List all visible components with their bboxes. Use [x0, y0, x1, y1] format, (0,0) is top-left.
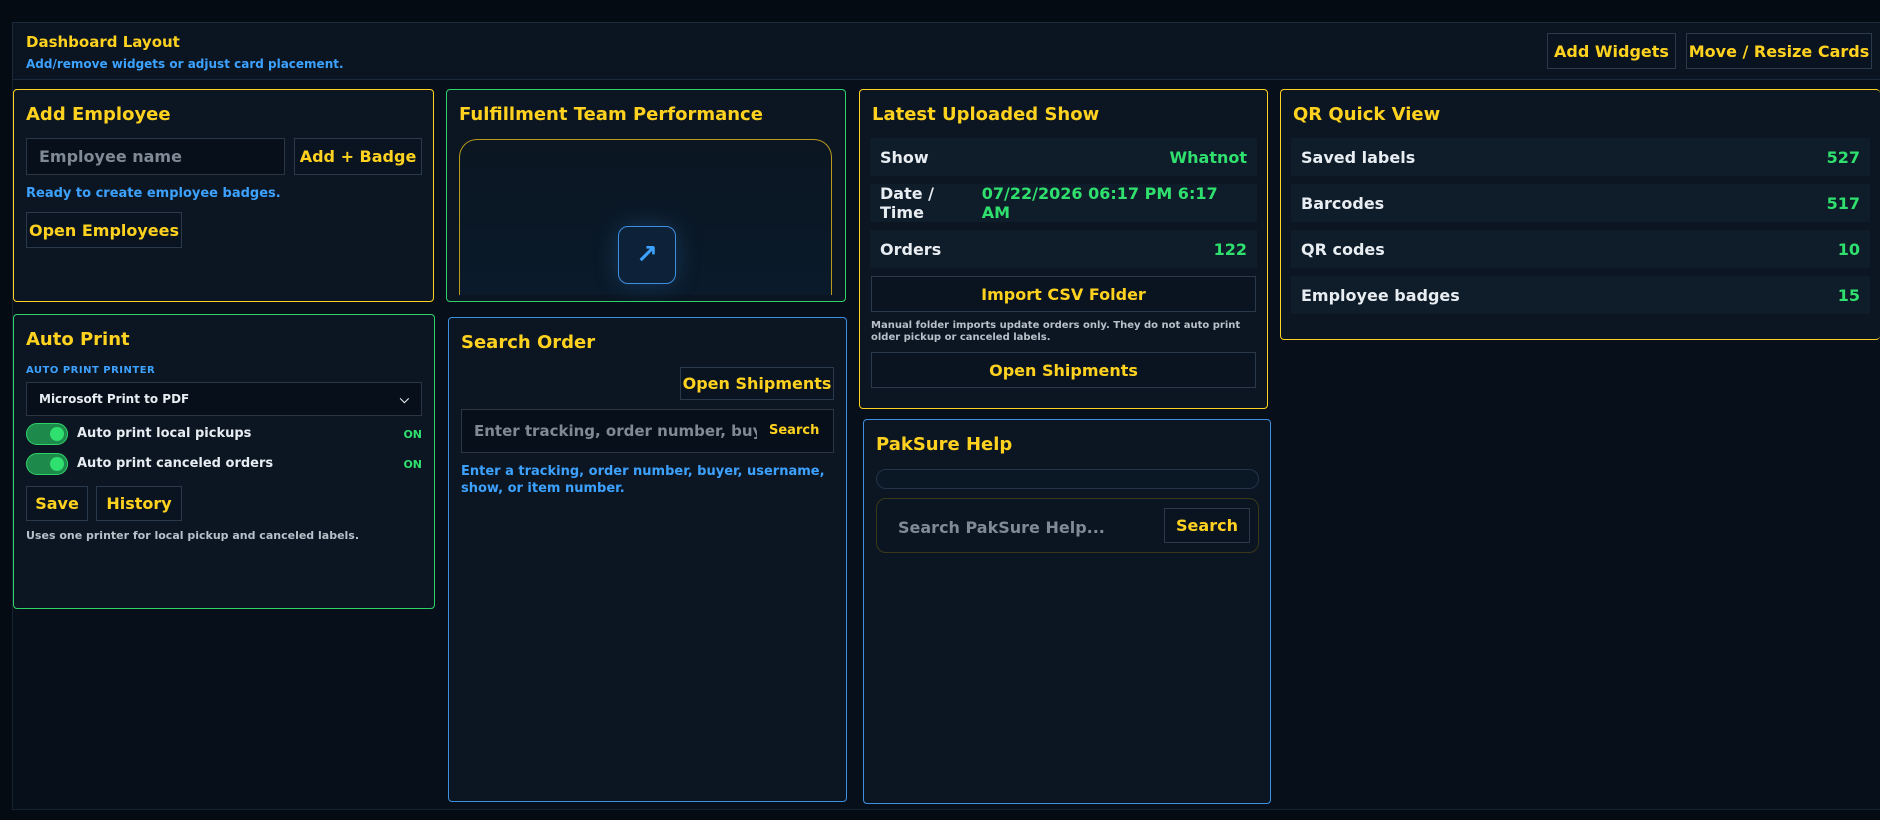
auto-print-note: Uses one printer for local pickup and ca…	[26, 529, 360, 542]
layout-subtitle: Add/remove widgets or adjust card placem…	[26, 57, 344, 71]
toggle-state: ON	[403, 428, 422, 441]
employee-status-text: Ready to create employee badges.	[26, 186, 281, 201]
row-label: Show	[880, 147, 929, 167]
paksure-help-card: PakSure Help Search PakSure Help... Sear…	[863, 419, 1271, 804]
orders-row: Orders 122	[870, 230, 1257, 268]
toggle-state: ON	[403, 458, 422, 471]
card-title: Auto Print	[26, 329, 130, 350]
printer-select[interactable]: Microsoft Print to PDF ⌵	[26, 382, 422, 416]
saved-labels-row: Saved labels 527	[1291, 138, 1870, 176]
auto-print-canceled-toggle[interactable]	[26, 453, 68, 475]
add-badge-button[interactable]: Add + Badge	[294, 138, 422, 175]
toggle-label: Auto print canceled orders	[77, 456, 274, 471]
search-placeholder: Enter tracking, order number, buyer, u	[474, 422, 757, 440]
save-button[interactable]: Save	[26, 486, 88, 521]
help-search-button[interactable]: Search	[1164, 508, 1250, 543]
row-value: 10	[1837, 239, 1860, 259]
card-title: QR Quick View	[1293, 104, 1441, 125]
row-value: 122	[1213, 239, 1247, 259]
card-title: Search Order	[461, 332, 596, 353]
barcodes-row: Barcodes 517	[1291, 184, 1870, 222]
row-value: 517	[1826, 193, 1860, 213]
help-search-input[interactable]: Search PakSure Help...	[898, 518, 1105, 537]
qr-quick-view-card: QR Quick View Saved labels 527 Barcodes …	[1280, 89, 1880, 340]
open-employees-button[interactable]: Open Employees	[26, 212, 182, 248]
printer-field-label: AUTO PRINT PRINTER	[26, 365, 156, 376]
employee-name-input[interactable]: Employee name	[26, 138, 285, 175]
toggle-label: Auto print local pickups	[77, 426, 252, 441]
show-row: Show Whatnot	[870, 138, 1257, 176]
latest-uploaded-show-card: Latest Uploaded Show Show Whatnot Date /…	[859, 89, 1268, 409]
import-note: Manual folder imports update orders only…	[871, 320, 1241, 343]
open-shipments-button[interactable]: Open Shipments	[871, 352, 1256, 388]
qr-codes-row: QR codes 10	[1291, 230, 1870, 268]
printer-select-value: Microsoft Print to PDF	[39, 392, 190, 406]
order-search-button[interactable]: Search	[769, 423, 819, 438]
arrow-up-right-icon: ↗	[636, 240, 658, 270]
move-resize-cards-button[interactable]: Move / Resize Cards	[1686, 33, 1872, 69]
help-progress-bar	[876, 469, 1259, 489]
card-title: Add Employee	[26, 104, 171, 125]
row-label: Employee badges	[1301, 285, 1460, 305]
employee-badges-row: Employee badges 15	[1291, 276, 1870, 314]
row-value: 07/22/2026 06:17 PM 6:17 AM	[981, 184, 1218, 222]
row-value: 15	[1837, 285, 1860, 305]
row-label: Orders	[880, 239, 942, 259]
row-label: Saved labels	[1301, 147, 1416, 167]
expand-chart-button[interactable]: ↗	[618, 226, 676, 284]
add-employee-card: Add Employee Employee name Add + Badge R…	[13, 89, 434, 302]
auto-print-card: Auto Print AUTO PRINT PRINTER Microsoft …	[13, 314, 435, 609]
auto-print-pickups-toggle[interactable]	[26, 423, 68, 445]
card-title: PakSure Help	[876, 434, 1013, 455]
row-value: 527	[1826, 147, 1860, 167]
layout-title: Dashboard Layout	[26, 33, 180, 51]
search-order-card: Search Order Open Shipments Enter tracki…	[448, 317, 847, 802]
fulfillment-performance-card: Fulfillment Team Performance ↗	[446, 89, 846, 302]
row-label: Date / Time	[880, 184, 934, 222]
history-button[interactable]: History	[96, 486, 182, 521]
date-time-row: Date / Time 07/22/2026 06:17 PM 6:17 AM	[870, 184, 1257, 222]
row-label: Barcodes	[1301, 193, 1385, 213]
chevron-down-icon: ⌵	[399, 391, 409, 406]
search-hint: Enter a tracking, order number, buyer, u…	[461, 464, 825, 496]
open-shipments-button[interactable]: Open Shipments	[680, 367, 834, 400]
add-widgets-button[interactable]: Add Widgets	[1547, 33, 1676, 69]
row-value: Whatnot	[1169, 147, 1247, 167]
row-label: QR codes	[1301, 239, 1385, 259]
card-title: Latest Uploaded Show	[872, 104, 1100, 125]
card-title: Fulfillment Team Performance	[459, 104, 763, 125]
import-csv-folder-button[interactable]: Import CSV Folder	[871, 276, 1256, 312]
